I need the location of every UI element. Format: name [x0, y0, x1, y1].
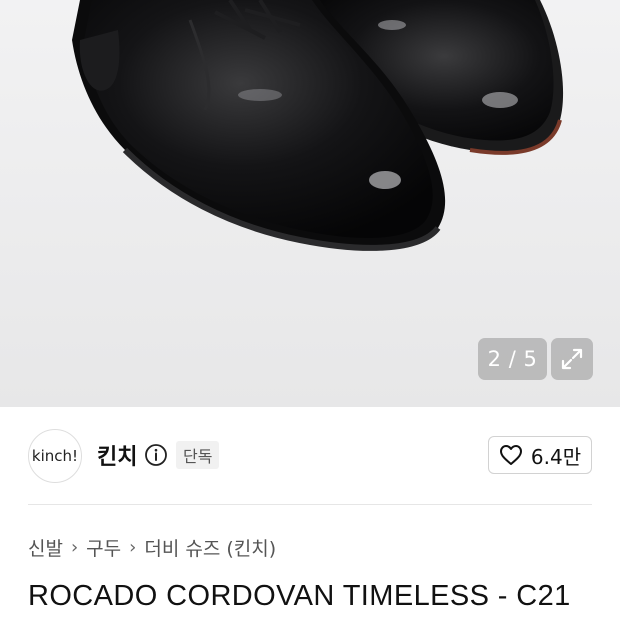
- brand-row: kinch! 킨치 단독 6.4만: [0, 407, 620, 504]
- divider: [28, 504, 592, 505]
- product-title: ROCADO CORDOVAN TIMELESS - C21: [28, 580, 571, 612]
- brand-name[interactable]: 킨치: [97, 439, 137, 471]
- exclusive-badge: 단독: [176, 441, 220, 469]
- breadcrumb-item-dress-shoes[interactable]: 구두: [86, 534, 121, 561]
- expand-image-button[interactable]: [551, 338, 593, 380]
- heart-outline-icon: [499, 445, 522, 465]
- image-counter-text: 2 / 5: [487, 347, 538, 371]
- breadcrumb: 신발 › 구두 › 더비 슈즈 (킨치): [28, 534, 276, 561]
- expand-arrows-icon: [561, 348, 583, 370]
- like-button[interactable]: 6.4만: [488, 436, 592, 474]
- brand-logo[interactable]: kinch!: [28, 429, 82, 483]
- like-count: 6.4만: [530, 444, 582, 469]
- breadcrumb-item-shoes[interactable]: 신발: [28, 534, 63, 561]
- brand-logo-text: kinch!: [31, 447, 79, 465]
- chevron-right-icon: ›: [70, 537, 79, 558]
- chevron-right-icon: ›: [129, 537, 137, 558]
- product-image-gallery[interactable]: 2 / 5: [0, 0, 620, 407]
- info-circle-icon[interactable]: [144, 443, 168, 467]
- breadcrumb-item-derby-shoes[interactable]: 더비 슈즈 (킨치): [144, 534, 276, 561]
- image-counter: 2 / 5: [478, 338, 547, 380]
